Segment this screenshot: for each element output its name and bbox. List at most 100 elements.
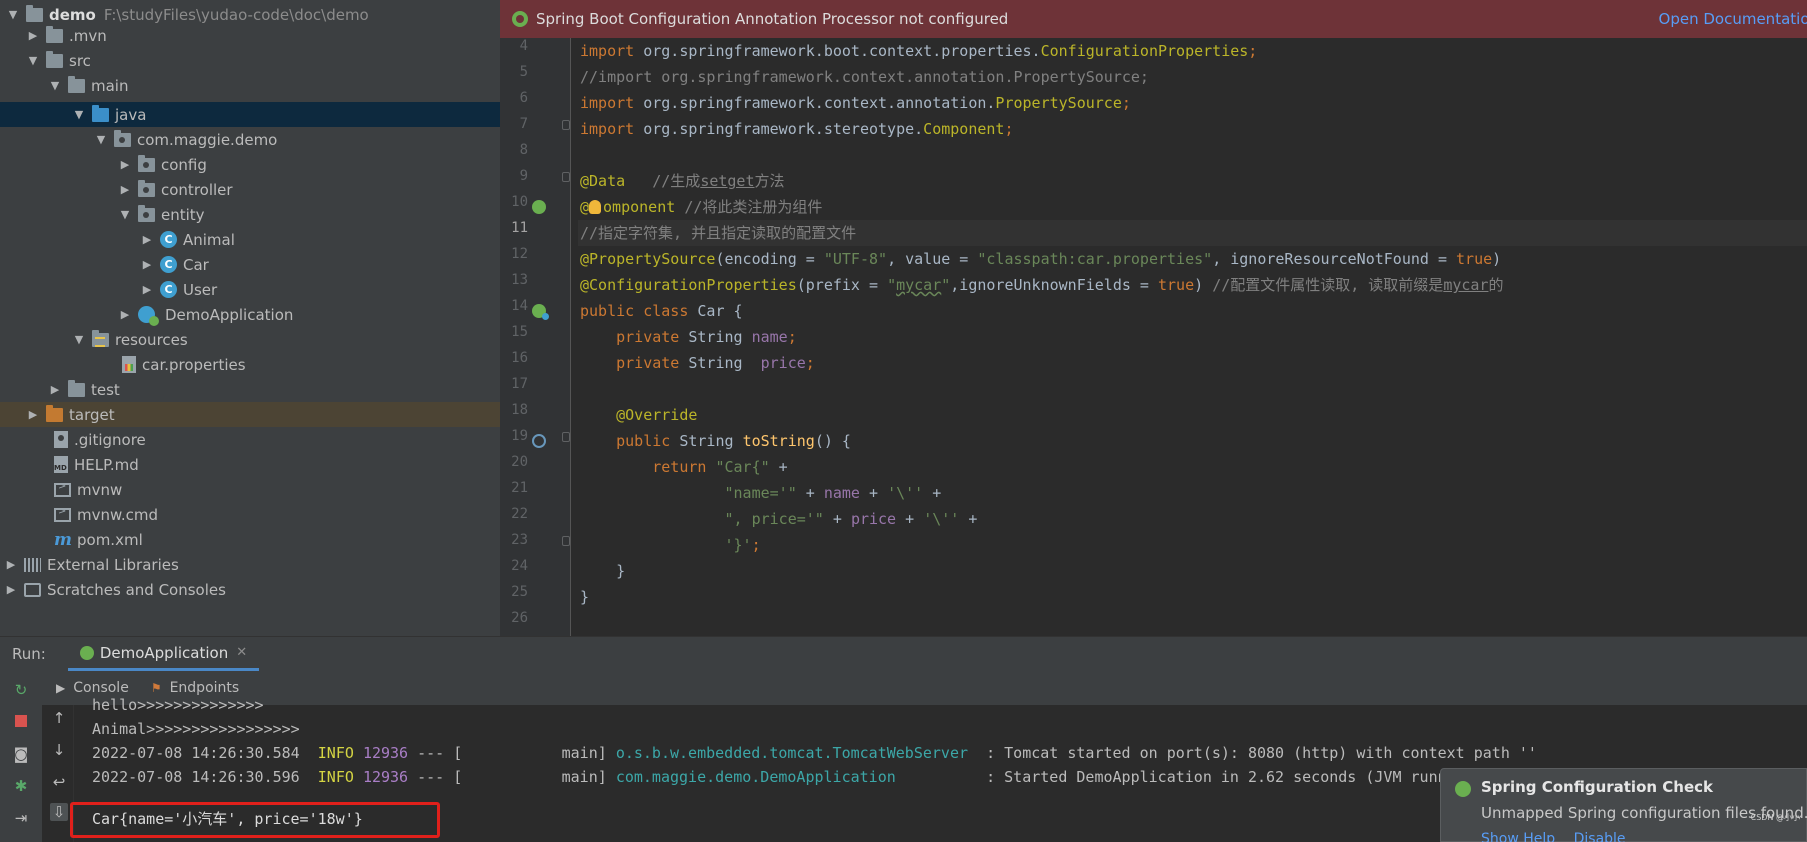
- collapsed-arrow-icon[interactable]: ▶: [140, 283, 154, 296]
- tree-item-external-libraries[interactable]: ▶ External Libraries: [0, 552, 500, 577]
- collapsed-arrow-icon[interactable]: ▶: [140, 258, 154, 271]
- code-line-25: }: [580, 588, 590, 606]
- tree-item-user[interactable]: ▶ C User: [0, 277, 500, 302]
- tree-item-scratches[interactable]: ▶ Scratches and Consoles: [0, 577, 500, 602]
- collapsed-arrow-icon[interactable]: ▶: [118, 183, 132, 196]
- line-number: 26: [511, 610, 528, 626]
- tree-item-mvnw[interactable]: mvnw: [0, 477, 500, 502]
- fold-icon[interactable]: [562, 432, 570, 442]
- code-line-21: "name='" + name + '\'' +: [724, 484, 942, 502]
- tree-item-com-maggie-demo[interactable]: ▼ com.maggie.demo: [0, 127, 500, 152]
- soft-wrap-icon[interactable]: ↩: [50, 773, 68, 791]
- expand-arrow-icon[interactable]: ▼: [94, 133, 108, 146]
- code-line-12: @PropertySource(encoding = "UTF-8", valu…: [580, 250, 1502, 268]
- collapsed-arrow-icon[interactable]: ▶: [118, 158, 132, 171]
- log-thread: main]: [462, 744, 607, 762]
- tree-item-entity[interactable]: ▼ entity: [0, 202, 500, 227]
- excluded-folder-icon: [46, 404, 63, 422]
- tree-item-config[interactable]: ▶ config: [0, 152, 500, 177]
- tree-item-animal[interactable]: ▶ C Animal: [0, 227, 500, 252]
- log-logger: o.s.b.w.embedded.tomcat.TomcatWebServer: [615, 744, 978, 762]
- collapsed-arrow-icon[interactable]: ▶: [26, 408, 40, 421]
- exit-icon[interactable]: ⇥: [12, 809, 30, 827]
- tree-item-src[interactable]: ▼ src: [0, 48, 500, 73]
- tree-item-target[interactable]: ▶ target: [0, 402, 500, 427]
- expand-arrow-icon[interactable]: ▼: [6, 8, 20, 21]
- code-line-5: //import org.springframework.context.ann…: [580, 68, 1149, 86]
- stop-icon[interactable]: [12, 713, 30, 731]
- run-tab-demoapplication[interactable]: DemoApplication ✕: [67, 637, 260, 671]
- tree-item-gitignore[interactable]: .gitignore: [0, 427, 500, 452]
- tree-item-main[interactable]: ▼ main: [0, 73, 500, 98]
- show-help-link[interactable]: Show Help: [1481, 831, 1555, 842]
- tree-item-label: entity: [161, 205, 205, 224]
- spring-config-notification[interactable]: Spring Configuration Check Unmapped Spri…: [1440, 768, 1807, 842]
- open-documentation-link[interactable]: Open Documentation: [1659, 10, 1807, 28]
- tree-item-test[interactable]: ▶ test: [0, 377, 500, 402]
- bean-gutter-icon[interactable]: [532, 200, 546, 214]
- override-gutter-icon[interactable]: [532, 434, 546, 448]
- tree-item-demoapplication[interactable]: ▶ DemoApplication: [0, 302, 500, 327]
- expand-arrow-icon[interactable]: ▼: [48, 79, 62, 92]
- project-path: F:\studyFiles\yudao-code\doc\demo: [103, 5, 369, 24]
- rerun-icon[interactable]: ↻: [12, 681, 30, 699]
- fold-icon[interactable]: [562, 120, 570, 130]
- collapsed-arrow-icon[interactable]: ▶: [118, 308, 132, 321]
- collapsed-arrow-icon[interactable]: ▶: [4, 583, 18, 596]
- tree-item-java[interactable]: ▼ java: [0, 102, 500, 127]
- disable-link[interactable]: Disable: [1574, 831, 1626, 842]
- expand-arrow-icon[interactable]: ▼: [72, 108, 86, 121]
- camera-icon[interactable]: ◙: [12, 745, 30, 763]
- tree-item-label: External Libraries: [47, 555, 179, 574]
- fold-icon[interactable]: [562, 536, 570, 546]
- fold-icon[interactable]: [562, 172, 570, 182]
- expand-arrow-icon[interactable]: ▼: [72, 333, 86, 346]
- spring-class-icon: [138, 306, 159, 326]
- line-number: 10: [511, 194, 528, 210]
- code-editor[interactable]: Spring Boot Configuration Annotation Pro…: [500, 0, 1807, 636]
- expand-arrow-icon[interactable]: ▼: [118, 208, 132, 221]
- lightbulb-icon[interactable]: [589, 200, 602, 214]
- arrow-down-icon[interactable]: ↓: [50, 741, 68, 759]
- close-icon[interactable]: ✕: [236, 645, 247, 660]
- tree-item-label: User: [183, 280, 218, 299]
- code-line-20: return "Car{" +: [652, 458, 788, 476]
- line-number: 23: [511, 532, 528, 548]
- expand-arrow-icon[interactable]: ▼: [26, 54, 40, 67]
- log-level: INFO: [317, 768, 354, 786]
- tree-item-label: Scratches and Consoles: [47, 580, 226, 599]
- class-icon: C: [160, 231, 177, 248]
- tree-item-label: .mvn: [69, 26, 107, 45]
- tree-item-controller[interactable]: ▶ controller: [0, 177, 500, 202]
- gitignore-icon: [54, 431, 68, 448]
- line-number: 16: [511, 350, 528, 366]
- folder-icon: [68, 379, 85, 397]
- collapsed-arrow-icon[interactable]: ▶: [140, 233, 154, 246]
- line-number: 15: [511, 324, 528, 340]
- tree-item-help-md[interactable]: HELP.md: [0, 452, 500, 477]
- tree-item-pom-xml[interactable]: m pom.xml: [0, 527, 500, 552]
- collapsed-arrow-icon[interactable]: ▶: [4, 558, 18, 571]
- tree-item-mvn[interactable]: ▶ .mvn: [0, 23, 500, 48]
- source-folder-icon: [92, 104, 109, 122]
- scroll-to-end-icon[interactable]: ⇩: [50, 803, 68, 821]
- arrow-up-icon[interactable]: ↑: [50, 709, 68, 727]
- line-number: 25: [511, 584, 528, 600]
- run-header: Run: DemoApplication ✕: [0, 637, 1807, 671]
- tree-item-mvnw-cmd[interactable]: mvnw.cmd: [0, 502, 500, 527]
- tree-item-resources[interactable]: ▼ resources: [0, 327, 500, 352]
- tree-item-label: src: [69, 51, 91, 70]
- collapsed-arrow-icon[interactable]: ▶: [48, 383, 62, 396]
- tree-item-label: controller: [161, 180, 233, 199]
- terminal-icon: [54, 506, 71, 522]
- maven-icon: m: [54, 529, 72, 550]
- tree-item-label: demo: [49, 5, 96, 24]
- debug-icon[interactable]: ✱: [12, 777, 30, 795]
- tree-item-car-properties[interactable]: car.properties: [0, 352, 500, 377]
- collapsed-arrow-icon[interactable]: ▶: [26, 29, 40, 42]
- terminal-icon: [54, 481, 71, 497]
- spring-bean-gutter-icon[interactable]: [532, 304, 549, 320]
- tree-item-car[interactable]: ▶ C Car: [0, 252, 500, 277]
